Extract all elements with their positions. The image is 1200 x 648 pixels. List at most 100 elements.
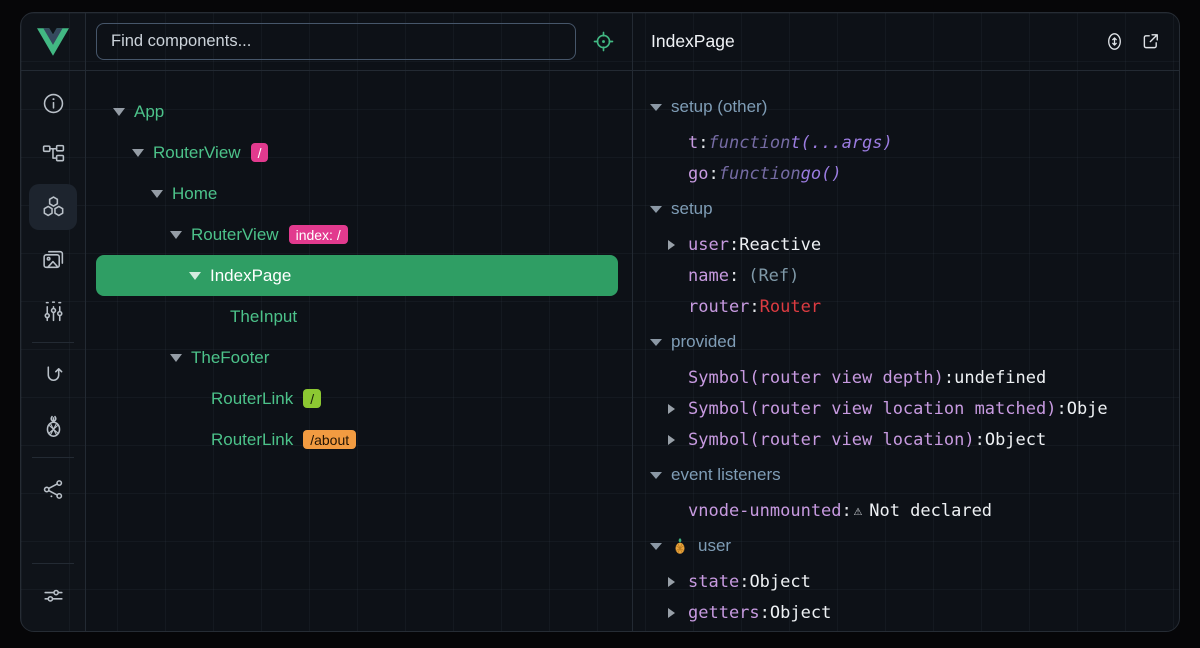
sidebar-item-router[interactable] — [29, 348, 77, 400]
images-icon — [41, 247, 66, 272]
entry-value: undefined — [954, 368, 1046, 388]
section-title: event listeners — [671, 465, 781, 485]
tree-row[interactable]: App — [86, 91, 632, 132]
section-header[interactable]: setup — [633, 189, 1179, 229]
section-header[interactable]: user — [633, 526, 1179, 566]
inspect-component-button[interactable] — [582, 22, 624, 62]
entry-key: getters — [688, 603, 760, 623]
sidebar-item-graph[interactable] — [29, 463, 77, 515]
component-name: App — [134, 102, 164, 122]
expand-toggle[interactable] — [668, 240, 688, 250]
entry-colon: : — [842, 501, 852, 521]
section-header[interactable]: event listeners — [633, 455, 1179, 495]
entry-colon: : — [739, 572, 749, 592]
tree-row[interactable]: RouterLink/about — [86, 419, 632, 460]
entry-colon: : — [975, 430, 985, 450]
tree-row[interactable]: TheInput — [86, 296, 632, 337]
chevron-right-icon — [668, 240, 675, 250]
section-title: setup — [671, 199, 713, 219]
entry-key: user — [688, 235, 729, 255]
chevron-down-icon[interactable] — [189, 272, 201, 280]
sidebar-item-timeline[interactable] — [29, 285, 77, 337]
sidebar-bottom — [21, 558, 85, 631]
chevron-down-icon — [650, 104, 662, 111]
sidebar-icon-list — [21, 71, 85, 558]
entry-key: Symbol(router view location matched) — [688, 399, 1056, 419]
state-entry: go : function go() — [633, 158, 1179, 189]
component-tree-panel: AppRouterView/HomeRouterViewindex: /Inde… — [86, 13, 633, 631]
sidebar-divider — [32, 457, 74, 458]
section-title: user — [698, 536, 731, 556]
warning-icon: ⚠ — [854, 503, 862, 519]
state-entry: t : function t(...args) — [633, 127, 1179, 158]
info-icon — [41, 91, 66, 116]
tree-row[interactable]: RouterViewindex: / — [86, 214, 632, 255]
entry-value: Reactive — [739, 235, 821, 255]
inspector-header: IndexPage — [633, 13, 1179, 71]
chevron-down-icon[interactable] — [113, 108, 125, 116]
timeline-icon — [41, 299, 66, 324]
devtools-window: AppRouterView/HomeRouterViewindex: /Inde… — [20, 12, 1180, 632]
expand-toggle[interactable] — [668, 577, 688, 587]
entry-value: Not declared — [869, 501, 992, 521]
entry-colon: : — [1056, 399, 1066, 419]
state-entry: router : Router — [633, 291, 1179, 322]
tree-row[interactable]: TheFooter — [86, 337, 632, 378]
component-name: RouterView — [153, 143, 241, 163]
tree-row[interactable]: RouterLink/ — [86, 378, 632, 419]
sidebar-item-assets[interactable] — [29, 233, 77, 285]
route-badge: / — [303, 389, 321, 408]
expand-toggle[interactable] — [668, 435, 688, 445]
section-header[interactable]: setup (other) — [633, 87, 1179, 127]
entry-key: Symbol(router view depth) — [688, 368, 944, 388]
entry-colon: : — [749, 297, 759, 317]
state-entry: Symbol(router view depth) : undefined — [633, 362, 1179, 393]
sidebar-item-pages[interactable] — [29, 129, 77, 181]
entry-value: Object — [1067, 399, 1108, 419]
search-input[interactable] — [96, 23, 576, 60]
expand-toggle[interactable] — [668, 404, 688, 414]
entry-key: go — [688, 164, 708, 184]
tree-row[interactable]: RouterView/ — [86, 132, 632, 173]
entry-value: Router — [760, 297, 821, 317]
section-title: setup (other) — [671, 97, 767, 117]
entry-colon: : — [944, 368, 954, 388]
tree-row[interactable]: Home — [86, 173, 632, 214]
chevron-down-icon — [650, 206, 662, 213]
chevron-down-icon[interactable] — [151, 190, 163, 198]
chevron-right-icon — [668, 404, 675, 414]
function-signature: go() — [801, 164, 842, 184]
sidebar-item-pinia[interactable] — [29, 400, 77, 452]
entry-value: Object — [770, 603, 831, 623]
inspector-panel: IndexPage setup (other) t : function t(..… — [633, 13, 1179, 631]
chevron-right-icon — [668, 435, 675, 445]
section-header[interactable]: provided — [633, 322, 1179, 362]
scroll-to-component-button[interactable] — [1104, 31, 1125, 52]
chevron-down-icon[interactable] — [170, 231, 182, 239]
sidebar-divider — [32, 342, 74, 343]
scroll-to-icon — [1104, 31, 1125, 52]
pinia-store-icon — [671, 537, 689, 555]
chevron-down-icon — [650, 339, 662, 346]
state-entry: name : (Ref) — [633, 260, 1179, 291]
sidebar-item-overview[interactable] — [29, 77, 77, 129]
tree-row-selected[interactable]: IndexPage — [96, 255, 618, 296]
graph-icon — [41, 477, 66, 502]
entry-value: (Ref) — [748, 266, 799, 286]
route-badge: /about — [303, 430, 356, 449]
entry-key: Symbol(router view location) — [688, 430, 975, 450]
target-icon — [592, 30, 615, 53]
sidebar-item-components[interactable] — [29, 184, 77, 230]
chevron-right-icon — [668, 577, 675, 587]
state-entry: Symbol(router view location) : Object — [633, 424, 1179, 455]
inspector-title: IndexPage — [651, 31, 735, 52]
chevron-down-icon[interactable] — [170, 354, 182, 362]
expand-toggle[interactable] — [668, 608, 688, 618]
chevron-down-icon[interactable] — [132, 149, 144, 157]
settings-icon — [41, 583, 66, 608]
component-name: TheInput — [230, 307, 297, 327]
inspector-body: setup (other)t : function t(...args)go :… — [633, 71, 1179, 631]
sidebar-item-settings[interactable] — [29, 569, 77, 621]
function-signature: t(...args) — [790, 133, 892, 153]
open-in-editor-button[interactable] — [1140, 31, 1161, 52]
